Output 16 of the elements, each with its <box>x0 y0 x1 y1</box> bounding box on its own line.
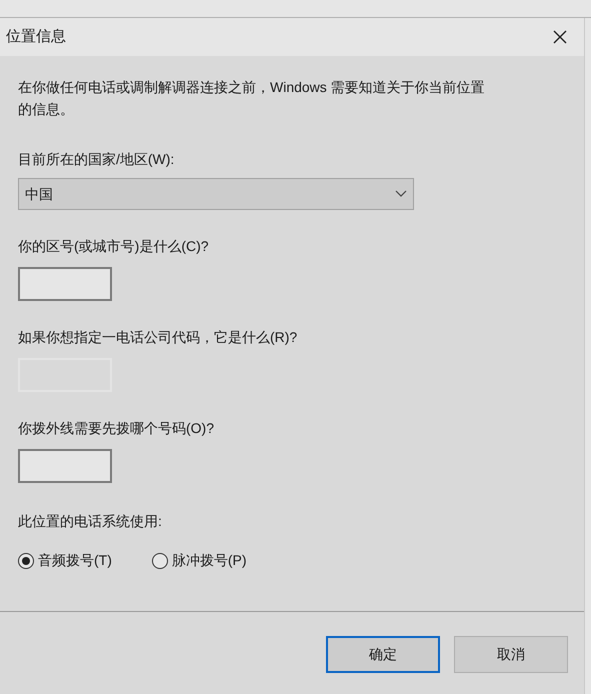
window-title: 位置信息 <box>6 26 66 47</box>
dialog-button[interactable]: 取消 <box>454 636 568 673</box>
close-icon <box>552 29 568 45</box>
description-text: 在你做任何电话或调制解调器连接之前，Windows 需要知道关于你当前位置的信息。 <box>18 78 486 119</box>
dialog-button[interactable]: 确定 <box>326 636 440 673</box>
input-field[interactable] <box>18 267 112 301</box>
radio-option[interactable]: 音频拨号(T) <box>18 550 112 571</box>
field-label: 如果你想指定一电话公司代码，它是什么(R)? <box>18 328 298 347</box>
dialing-label: 此位置的电话系统使用: <box>18 512 163 531</box>
chevron-down-icon <box>395 190 407 198</box>
field-label: 你拨外线需要先拨哪个号码(O)? <box>18 419 215 438</box>
radio-option[interactable]: 脉冲拨号(P) <box>152 550 247 571</box>
country-dropdown[interactable]: 中国 <box>18 178 414 210</box>
country-label: 目前所在的国家/地区(W): <box>18 150 176 169</box>
field-label: 你的区号(或城市号)是什么(C)? <box>18 237 210 256</box>
input-field[interactable] <box>18 449 112 483</box>
